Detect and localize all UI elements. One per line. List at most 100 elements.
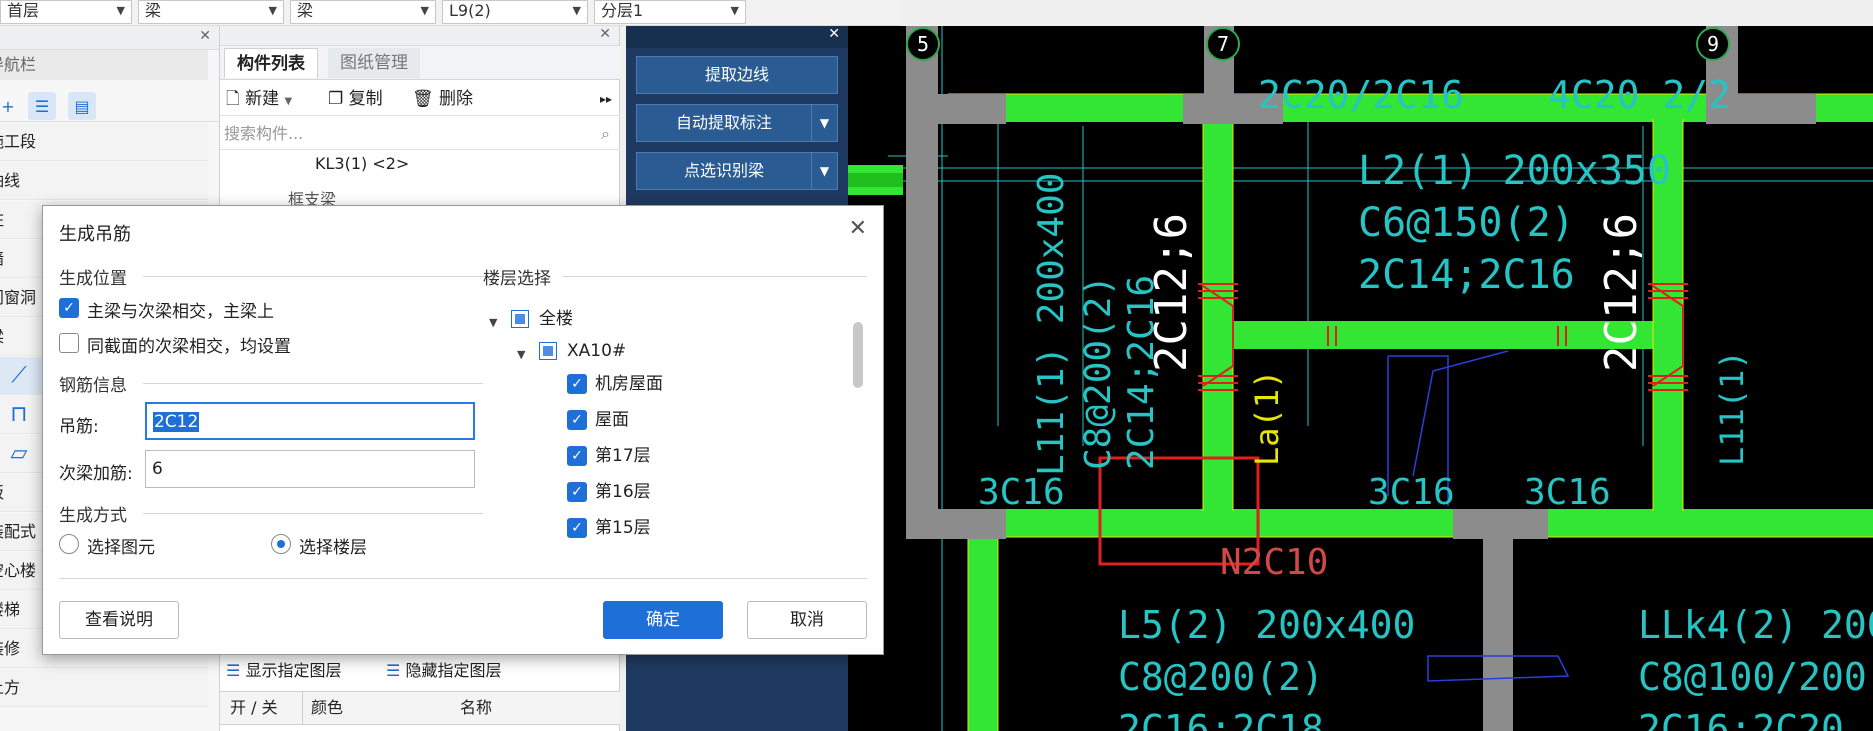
floor-checkbox[interactable]: ✓	[567, 410, 587, 430]
type-select[interactable]: 梁 ▼	[290, 0, 436, 24]
nav-item-construction-section[interactable]: 施工段	[0, 123, 208, 161]
cad-anno-6: L11(1) 200x400	[1031, 173, 1072, 476]
new-button[interactable]: 🗋 新建 ▼	[226, 87, 292, 111]
close-icon[interactable]: ✕	[849, 216, 867, 241]
new-icon: 🗋	[226, 89, 240, 109]
type-select-value: 梁	[297, 1, 314, 20]
cad-anno-5: 2C14;2C16	[1358, 252, 1575, 298]
nav-item-earthwork[interactable]: 土方	[0, 669, 208, 707]
collapse-icon[interactable]: ▼	[517, 348, 525, 361]
beam-icon: ⟋	[11, 363, 27, 388]
floor-node[interactable]: 第17层	[595, 443, 651, 469]
list-toolbar: 🗋 新建 ▼ ❐ 复制 🗑 删除 ▸▸	[220, 82, 620, 116]
close-icon[interactable]: ✕	[599, 26, 611, 42]
hanger-input[interactable]: 2C12	[145, 402, 475, 440]
select-floor-label: 选择楼层	[299, 538, 367, 558]
layers-icon: ☰	[226, 661, 241, 680]
cad-anno-18: LLk4(2) 200x4	[1638, 603, 1873, 647]
floor-checkbox[interactable]: ✓	[567, 374, 587, 394]
extract-edge-button[interactable]: 提取边线	[636, 56, 838, 94]
cad-anno-7: C8@200(2)	[1078, 275, 1119, 470]
show-layer-button[interactable]: ☰ 显示指定图层	[226, 656, 341, 686]
cad-anno-17: 2C16;2C18	[1118, 707, 1324, 731]
nav-item-label: 楼梯	[0, 600, 21, 619]
tristate-checkbox[interactable]	[511, 310, 529, 328]
cad-anno-14: N2C10	[1220, 542, 1328, 583]
nav-item-label: 门窗洞	[0, 288, 37, 307]
tristate-checkbox[interactable]	[539, 342, 557, 360]
chevron-down-icon: ▼	[268, 4, 277, 17]
layer-select[interactable]: 分层1 ▼	[594, 0, 746, 24]
divider	[143, 513, 511, 514]
category-select-value: 梁	[145, 1, 162, 20]
lintel-icon: ▱	[10, 441, 28, 466]
component-search-input[interactable]: 搜索构件... ⌕	[220, 118, 620, 150]
more-icon[interactable]: ▸▸	[600, 87, 612, 111]
main-secondary-checkbox[interactable]: ✓	[59, 298, 79, 318]
search-placeholder: 搜索构件...	[224, 124, 304, 143]
floor-node[interactable]: 机房屋面	[595, 371, 663, 397]
detail-view-icon[interactable]: ▤	[68, 92, 96, 120]
divider	[143, 383, 511, 384]
chevron-down-icon: ▼	[116, 4, 125, 17]
cad-anno-3: L2(1) 200x350	[1358, 148, 1671, 194]
cad-canvas[interactable]: 5 7 9 2C20/2C16 4C20 2/2 L2(1) 200x350 C…	[694, 26, 1873, 731]
trash-icon: 🗑	[412, 89, 434, 109]
floor-checkbox[interactable]: ✓	[567, 518, 587, 538]
floor-node[interactable]: 屋面	[595, 407, 629, 433]
tab-component-list[interactable]: 构件列表	[224, 48, 318, 78]
chevron-down-icon: ▼	[730, 4, 739, 17]
secondary-rebar-input[interactable]: 6	[145, 450, 475, 488]
grid-label-5: 5	[917, 32, 929, 56]
grid-label-9: 9	[1707, 32, 1719, 56]
secondary-rebar-value: 6	[152, 459, 163, 479]
select-floor-radio[interactable]	[271, 534, 291, 554]
cancel-button[interactable]: 取消	[747, 601, 867, 639]
floor-node-all[interactable]: 全楼	[539, 306, 573, 332]
select-element-radio[interactable]	[59, 534, 79, 554]
nav-panel-header: ✕	[0, 26, 219, 50]
floor-select[interactable]: 首层 ▼	[0, 0, 132, 24]
close-icon[interactable]: ✕	[828, 26, 840, 42]
ok-button[interactable]: 确定	[603, 601, 723, 639]
chevron-down-icon: ▼	[420, 4, 429, 17]
cad-anno-11: 3C16	[978, 472, 1065, 513]
floor-checkbox[interactable]: ✓	[567, 446, 587, 466]
delete-button[interactable]: 🗑 删除	[412, 87, 473, 111]
floor-checkbox[interactable]: ✓	[567, 482, 587, 502]
component-item[interactable]: KL3(1) <2>	[315, 154, 409, 173]
new-label: 新建	[245, 89, 280, 109]
category-select[interactable]: 梁 ▼	[138, 0, 284, 24]
floor-tree-scrollbar[interactable]	[853, 322, 863, 388]
list-view-icon[interactable]: ☰	[28, 92, 56, 120]
same-section-checkbox[interactable]	[59, 333, 79, 353]
chevron-down-icon[interactable]: ▼	[811, 105, 837, 141]
close-icon[interactable]: ✕	[199, 28, 211, 44]
collapse-icon[interactable]: ▼	[489, 316, 497, 329]
cad-anno-8: 2C14;2C16	[1121, 275, 1162, 470]
floor-node-building[interactable]: XA10#	[567, 338, 626, 364]
rebar-section-title: 钢筋信息	[59, 376, 127, 396]
divider	[59, 578, 867, 579]
cad-drawing: 5 7 9 2C20/2C16 4C20 2/2 L2(1) 200x350 C…	[694, 26, 1873, 731]
generate-hanger-dialog: 生成吊筋 ✕ 生成位置 ✓ 主梁与次梁相交，主梁上 同截面的次梁相交，均设置 钢…	[42, 205, 884, 655]
select-element-label: 选择图元	[87, 538, 155, 558]
cad-anno-19: C8@100/200(2)	[1638, 655, 1873, 699]
floor-node[interactable]: 第16层	[595, 479, 651, 505]
grid-label-7: 7	[1217, 32, 1229, 56]
auto-extract-label-button[interactable]: 自动提取标注 ▼	[636, 104, 838, 142]
chevron-down-icon[interactable]: ▼	[811, 153, 837, 189]
help-button[interactable]: 查看说明	[59, 601, 179, 639]
hide-layer-button[interactable]: ☰ 隐藏指定图层	[386, 656, 501, 686]
add-icon[interactable]: +	[0, 92, 22, 120]
floor-node[interactable]: 第15层	[595, 515, 651, 541]
pick-identify-beam-button[interactable]: 点选识别梁 ▼	[636, 152, 838, 190]
cad-anno-4: C6@150(2)	[1358, 200, 1575, 246]
extract-edge-label: 提取边线	[704, 65, 769, 84]
component-select[interactable]: L9(2) ▼	[442, 0, 588, 24]
nav-item-label: 装修	[0, 639, 21, 658]
tab-drawing-management[interactable]: 图纸管理	[328, 48, 420, 78]
position-section-title: 生成位置	[59, 269, 127, 289]
nav-item-axis[interactable]: 轴线	[0, 162, 208, 200]
copy-button[interactable]: ❐ 复制	[328, 87, 383, 111]
